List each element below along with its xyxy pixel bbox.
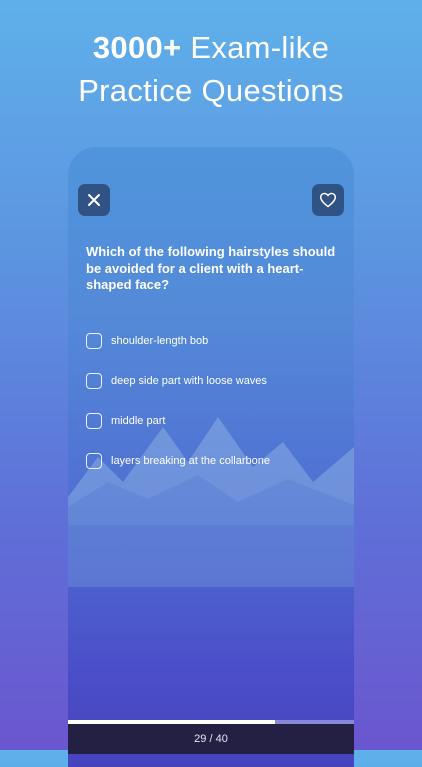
headline-count: 3000+ (92, 30, 182, 65)
checkbox[interactable] (86, 333, 102, 349)
close-icon (88, 194, 100, 206)
question-text: Which of the following hairstyles should… (86, 244, 336, 292)
answer-option[interactable]: middle part (86, 401, 336, 441)
answer-label: shoulder-length bob (111, 335, 209, 347)
answer-label: deep side part with loose waves (111, 375, 267, 387)
headline: 3000+ Exam-like Practice Questions (0, 26, 422, 112)
close-button[interactable] (78, 184, 110, 216)
headline-line-1: 3000+ Exam-like (0, 26, 422, 69)
headline-line-2: Practice Questions (78, 73, 344, 108)
checkbox[interactable] (86, 413, 102, 429)
answer-label: layers breaking at the collarbone (111, 455, 270, 467)
favorite-button[interactable] (312, 184, 344, 216)
answer-options: shoulder-length bob deep side part with … (86, 321, 336, 481)
phone-screen: Which of the following hairstyles should… (68, 147, 354, 767)
checkbox[interactable] (86, 373, 102, 389)
heart-icon (319, 192, 336, 208)
answer-label: middle part (111, 415, 166, 427)
progress-counter: 29 / 40 (194, 733, 228, 745)
checkbox[interactable] (86, 453, 102, 469)
answer-option[interactable]: deep side part with loose waves (86, 361, 336, 401)
answer-option[interactable]: layers breaking at the collarbone (86, 441, 336, 481)
headline-text: Exam-like (190, 30, 330, 65)
answer-option[interactable]: shoulder-length bob (86, 321, 336, 361)
